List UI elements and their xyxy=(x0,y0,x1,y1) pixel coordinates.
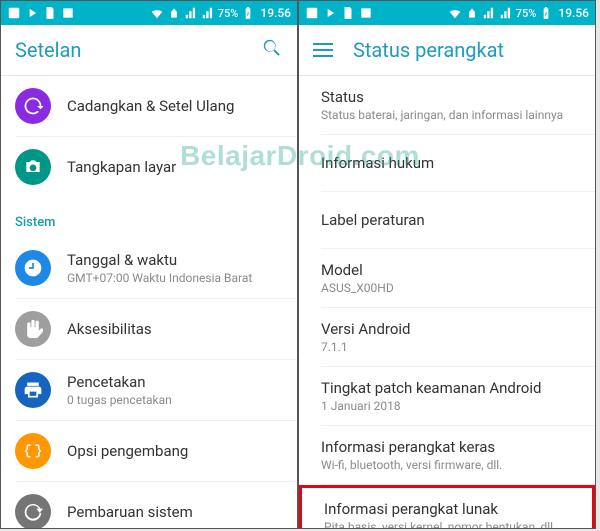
braces-icon xyxy=(15,433,51,469)
row-sub: Pita basis, versi kernel, nomor bentukan… xyxy=(324,520,556,528)
data-icon xyxy=(167,6,181,20)
device-status-list[interactable]: Status Status baterai, jaringan, dan inf… xyxy=(299,76,595,528)
phone-device-status: 75% 19.56 Status perangkat Status Status… xyxy=(298,0,596,529)
battery-pct: 75% xyxy=(516,7,537,20)
row-title: Pembaruan sistem xyxy=(67,503,193,521)
row-status[interactable]: Status Status baterai, jaringan, dan inf… xyxy=(299,76,595,134)
row-android-version[interactable]: Versi Android 7.1.1 xyxy=(299,308,595,366)
row-sub: 7.1.1 xyxy=(321,340,411,354)
row-sub: ASUS_X00HD xyxy=(321,281,394,295)
row-title: Cadangkan & Setel Ulang xyxy=(67,97,234,115)
wifi-icon xyxy=(448,6,462,20)
row-accessibility[interactable]: Aksesibilitas xyxy=(1,299,297,359)
row-date-time[interactable]: Tanggal & waktu GMT+07:00 Waktu Indonesi… xyxy=(1,238,297,298)
row-title: Label peraturan xyxy=(321,211,425,229)
signal-icon xyxy=(184,6,198,20)
clock-icon xyxy=(15,250,51,286)
row-printing[interactable]: Pencetakan 0 tugas pencetakan xyxy=(1,360,297,420)
row-title: Informasi perangkat lunak xyxy=(324,500,556,518)
row-sub: 1 Januari 2018 xyxy=(321,399,541,413)
wifi-icon xyxy=(150,6,164,20)
row-regulatory-label[interactable]: Label peraturan xyxy=(299,192,595,248)
battery-icon xyxy=(241,6,255,20)
settings-list[interactable]: Cadangkan & Setel Ulang Tangkapan layar … xyxy=(1,76,297,528)
status-bar: 75% 19.56 xyxy=(299,1,595,25)
row-developer-options[interactable]: Opsi pengembang xyxy=(1,421,297,481)
row-screenshot[interactable]: Tangkapan layar xyxy=(1,137,297,197)
row-title: Aksesibilitas xyxy=(67,320,152,338)
row-title: Status xyxy=(321,88,563,106)
row-model[interactable]: Model ASUS_X00HD xyxy=(299,249,595,307)
row-software-info[interactable]: Informasi perangkat lunak Pita basis, ve… xyxy=(299,485,595,528)
signal2-icon xyxy=(201,6,215,20)
battery-pct: 75% xyxy=(218,7,239,20)
row-title: Informasi hukum xyxy=(321,154,434,172)
update-icon xyxy=(15,494,51,528)
signal2-icon xyxy=(499,6,513,20)
clock-text: 19.56 xyxy=(260,6,291,20)
n-icon xyxy=(7,6,21,20)
signal-icon xyxy=(482,6,496,20)
row-sub: 0 tugas pencetakan xyxy=(67,393,172,407)
row-sub: GMT+07:00 Waktu Indonesia Barat xyxy=(67,271,252,285)
row-sub: Status baterai, jaringan, dan informasi … xyxy=(321,108,563,122)
row-title: Informasi perangkat keras xyxy=(321,438,502,456)
row-sub: Wi-fi, bluetooth, versi firmware, dll. xyxy=(321,458,502,472)
row-title: Opsi pengembang xyxy=(67,442,188,460)
play-icon xyxy=(25,6,39,20)
doc-icon xyxy=(43,6,57,20)
row-title: Tangkapan layar xyxy=(67,158,176,176)
hand-icon xyxy=(15,311,51,347)
page-title: Status perangkat xyxy=(353,38,504,62)
doc-icon xyxy=(341,6,355,20)
app-bar: Status perangkat xyxy=(299,25,595,75)
row-title: Versi Android xyxy=(321,320,411,338)
play-icon xyxy=(323,6,337,20)
search-icon[interactable] xyxy=(261,37,283,63)
row-security-patch[interactable]: Tingkat patch keamanan Android 1 Januari… xyxy=(299,367,595,425)
n-icon xyxy=(305,6,319,20)
page-title: Setelan xyxy=(15,38,81,62)
battery-icon xyxy=(539,6,553,20)
screenshot-icon xyxy=(15,149,51,185)
backup-icon xyxy=(15,88,51,124)
row-title: Tingkat patch keamanan Android xyxy=(321,379,541,397)
row-hardware-info[interactable]: Informasi perangkat keras Wi-fi, bluetoo… xyxy=(299,426,595,484)
menu-icon[interactable] xyxy=(313,43,333,57)
phone-settings: 75% 19.56 Setelan Cadangkan & Setel Ulan… xyxy=(0,0,298,529)
section-system: Sistem xyxy=(1,197,297,238)
row-system-update[interactable]: Pembaruan sistem xyxy=(1,482,297,528)
app-bar: Setelan xyxy=(1,25,297,75)
row-backup-reset[interactable]: Cadangkan & Setel Ulang xyxy=(1,76,297,136)
status-bar: 75% 19.56 xyxy=(1,1,297,25)
data-icon xyxy=(465,6,479,20)
row-title: Pencetakan xyxy=(67,373,172,391)
printer-icon xyxy=(15,372,51,408)
clock-text: 19.56 xyxy=(558,6,589,20)
row-title: Model xyxy=(321,261,394,279)
news-icon xyxy=(359,6,373,20)
news-icon xyxy=(61,6,75,20)
row-legal-info[interactable]: Informasi hukum xyxy=(299,135,595,191)
row-title: Tanggal & waktu xyxy=(67,251,252,269)
